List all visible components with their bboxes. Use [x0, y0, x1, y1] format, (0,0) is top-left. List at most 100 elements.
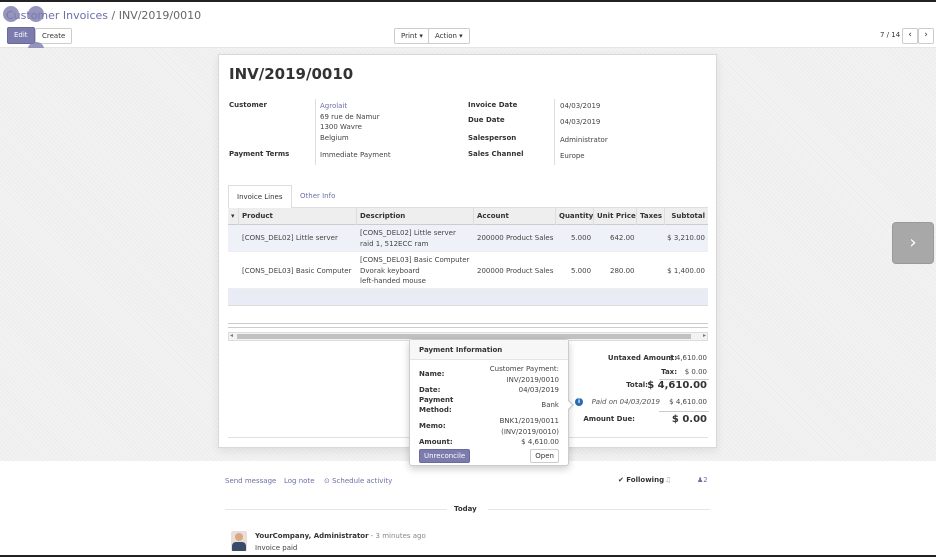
popover-date-label: Date:	[419, 386, 441, 394]
column-header-description[interactable]: Description	[360, 212, 405, 220]
table-row[interactable]: [CONS_DEL03] Basic Computer [CONS_DEL03]…	[228, 252, 708, 289]
payment-terms-link[interactable]: Immediate Payment	[320, 150, 391, 161]
column-header-taxes[interactable]: Taxes	[640, 212, 662, 220]
popover-arrow	[567, 399, 574, 411]
cell-subtotal: $ 3,210.00	[667, 234, 705, 242]
open-button[interactable]: Open	[530, 449, 559, 463]
cell-product: [CONS_DEL02] Little server	[242, 234, 338, 242]
message-header: YourCompany, Administrator - 3 minutes a…	[255, 532, 426, 540]
divider	[554, 99, 555, 165]
untaxed-amount-label: Untaxed Amount:	[607, 354, 677, 362]
pager-prev-icon[interactable]: ‹	[902, 28, 918, 44]
followers-count: 2	[703, 476, 708, 484]
action-button[interactable]: Action ▾	[428, 28, 470, 44]
paid-on-label: Paid on 04/03/2019	[591, 398, 660, 406]
popover-name-line: Customer Payment:	[489, 365, 559, 373]
column-header-unit-price[interactable]: Unit Price	[597, 212, 636, 220]
tax-label: Tax:	[661, 368, 677, 376]
salesperson-link[interactable]: Administrator	[560, 135, 608, 146]
cell-subtotal: $ 1,400.00	[667, 267, 705, 275]
tab-other-info[interactable]: Other Info	[292, 185, 343, 209]
edit-button[interactable]: Edit	[7, 27, 35, 44]
followers-button[interactable]: ♟2	[697, 476, 708, 484]
customer-name-link[interactable]: Agrolait	[320, 101, 380, 112]
column-divider	[664, 208, 665, 225]
cell-product: [CONS_DEL03] Basic Computer	[242, 267, 352, 275]
divider	[315, 99, 316, 165]
sort-icon[interactable]: ▾	[231, 212, 235, 220]
breadcrumb-separator: /	[111, 9, 116, 22]
payment-terms-label: Payment Terms	[229, 150, 290, 158]
customer-address-line: 69 rue de Namur	[320, 112, 380, 121]
bell-icon[interactable]: ♫	[665, 476, 671, 484]
following-button[interactable]: ✔ Following	[618, 476, 664, 484]
empty-row	[228, 289, 708, 306]
customer-label: Customer	[229, 101, 267, 109]
notebook-tabs: Invoice Lines Other Info	[228, 184, 708, 209]
due-date-value: 04/03/2019	[560, 118, 601, 126]
info-icon[interactable]: i	[575, 398, 583, 406]
avatar	[231, 531, 247, 551]
tip-drop-icon[interactable]	[3, 6, 19, 22]
description-line: [CONS_DEL03] Basic Computer	[360, 256, 470, 264]
description-line: raid 1, 512ECC ram	[360, 239, 429, 248]
column-divider	[593, 208, 594, 225]
print-button[interactable]: Print ▾	[394, 28, 430, 44]
payment-info-popover: Payment Information Name: Customer Payme…	[409, 339, 574, 466]
cell-account: 200000 Product Sales	[477, 234, 554, 242]
next-record-chevron-icon[interactable]: ›	[892, 222, 934, 264]
control-panel: Customer Invoices / INV/2019/0010 Edit C…	[0, 2, 936, 48]
log-note-link[interactable]: Log note	[284, 477, 315, 485]
send-message-link[interactable]: Send message	[225, 477, 276, 485]
description-line: Dvorak keyboard	[360, 266, 420, 275]
tip-drop-icon[interactable]	[28, 6, 44, 22]
popover-method-value: Bank	[541, 401, 559, 409]
pager-next-icon[interactable]: ›	[918, 28, 934, 44]
message-author[interactable]: YourCompany, Administrator	[255, 532, 369, 540]
invoice-date-value: 04/03/2019	[560, 102, 601, 110]
pager-value[interactable]: 7 / 14	[880, 31, 900, 39]
divider	[228, 323, 708, 324]
table-header: ▾ Product Description Account Quantity U…	[228, 208, 708, 225]
tax-value: $ 0.00	[684, 368, 707, 376]
column-divider	[238, 208, 239, 225]
column-divider	[555, 208, 556, 225]
paid-amount-value: $ 4,610.00	[669, 398, 707, 406]
divider	[228, 327, 708, 328]
column-divider	[356, 208, 357, 225]
cell-unit-price: 280.00	[610, 267, 635, 275]
divider	[225, 509, 447, 510]
column-header-product[interactable]: Product	[242, 212, 273, 220]
untaxed-amount-value: $ 4,610.00	[669, 354, 707, 362]
customer-address-line: 1300 Wavre	[320, 123, 362, 131]
popover-method-label: Payment Method:	[419, 395, 453, 415]
popover-title: Payment Information	[410, 340, 568, 360]
customer-address-line: Belgium	[320, 133, 349, 142]
create-button[interactable]: Create	[35, 28, 73, 44]
sales-channel-label: Sales Channel	[468, 150, 524, 158]
column-header-subtotal[interactable]: Subtotal	[671, 212, 705, 220]
popover-name-line: INV/2019/0010	[506, 375, 559, 384]
due-date-label: Due Date	[468, 116, 505, 124]
column-header-account[interactable]: Account	[477, 212, 509, 220]
table-row[interactable]: [CONS_DEL02] Little server [CONS_DEL02] …	[228, 225, 708, 252]
popover-amount-value: $ 4,610.00	[521, 438, 559, 446]
scroll-right-icon[interactable]: ▸	[703, 332, 706, 339]
popover-amount-label: Amount:	[419, 438, 453, 446]
customer-field: Agrolait 69 rue de Namur 1300 Wavre Belg…	[320, 101, 380, 143]
divider	[659, 411, 709, 412]
message-time: - 3 minutes ago	[370, 532, 426, 540]
cell-description: [CONS_DEL02] Little server raid 1, 512EC…	[360, 228, 456, 249]
unreconcile-button[interactable]: Unreconcile	[419, 449, 471, 463]
schedule-activity-link[interactable]: ⊙ Schedule activity	[324, 477, 392, 485]
cell-quantity: 5.000	[571, 267, 592, 275]
amount-due-value: $ 0.00	[671, 414, 707, 425]
tab-invoice-lines[interactable]: Invoice Lines	[228, 185, 292, 209]
salesperson-label: Salesperson	[468, 134, 517, 142]
description-line: left-handed mouse	[360, 277, 426, 285]
column-header-quantity[interactable]: Quantity	[559, 212, 593, 220]
breadcrumb-parent[interactable]: Customer Invoices	[6, 9, 108, 22]
column-divider	[473, 208, 474, 225]
scroll-left-icon[interactable]: ◂	[230, 332, 233, 339]
sales-channel-link[interactable]: Europe	[560, 151, 585, 162]
